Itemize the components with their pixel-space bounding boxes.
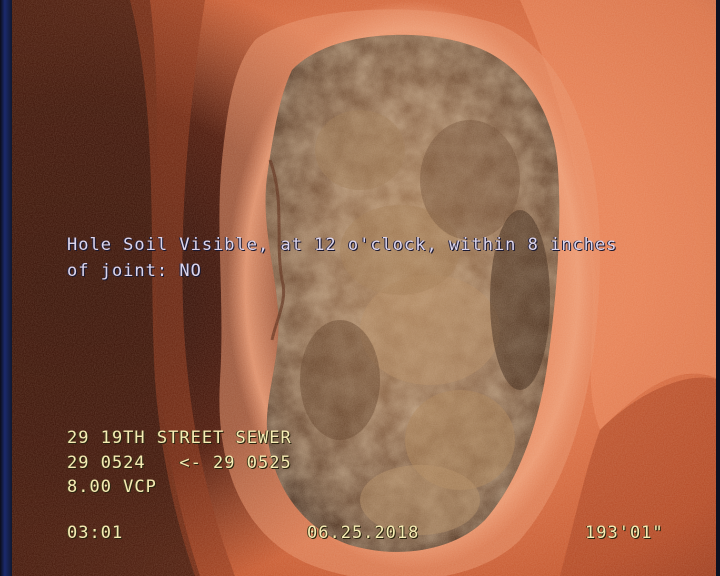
video-right-edge [716, 0, 720, 576]
distance-counter-label: 193'01" [585, 523, 664, 543]
manhole-segment-label: 29 0524 <- 29 0525 [67, 453, 292, 473]
pipe-spec-label: 8.00 VCP [67, 477, 157, 497]
elapsed-time-label: 03:01 [67, 523, 124, 543]
observation-text-line1: Hole Soil Visible, at 12 o'clock, within… [67, 235, 618, 255]
inspection-video-frame: Hole Soil Visible, at 12 o'clock, within… [0, 0, 720, 576]
observation-text-line2: of joint: NO [67, 261, 202, 281]
date-label: 06.25.2018 [307, 523, 420, 543]
street-name-label: 29 19TH STREET SEWER [67, 428, 292, 448]
video-left-edge [0, 0, 12, 576]
